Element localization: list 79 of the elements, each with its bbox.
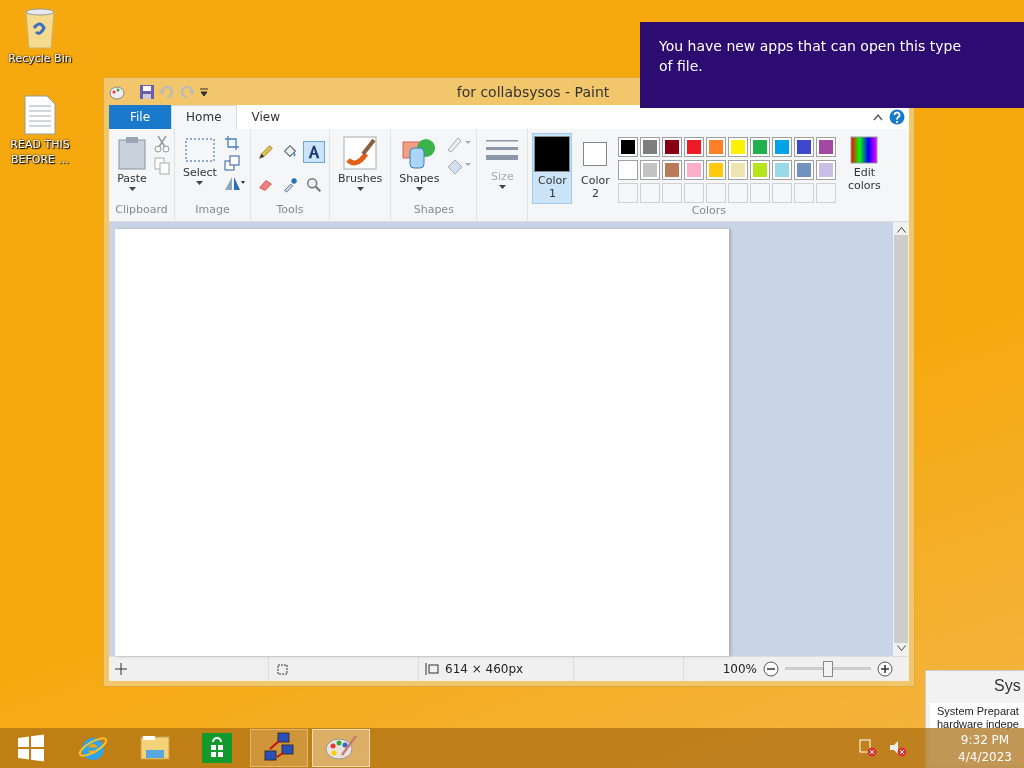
window-text: System Preparat [937, 705, 1019, 718]
scroll-down-icon[interactable] [896, 644, 906, 651]
crop-icon[interactable] [223, 134, 240, 151]
ribbon-tab[interactable]: View [236, 105, 295, 129]
scissors-icon[interactable] [154, 134, 170, 153]
folder-icon [139, 733, 171, 763]
color-selector[interactable]: Color 2 [575, 132, 616, 205]
canvas-size-icon [425, 661, 439, 676]
text-tool-icon[interactable] [302, 140, 325, 163]
canvas-dimensions: 614 × 460px [445, 661, 524, 676]
caret-icon [196, 181, 204, 186]
brushes-button[interactable]: Brushes [333, 132, 387, 203]
copy-icon[interactable] [154, 156, 170, 175]
palette-color[interactable] [772, 136, 793, 157]
file-menu-tab[interactable]: File [109, 105, 172, 129]
ribbon-tab[interactable]: Home [171, 105, 237, 129]
palette-color[interactable] [618, 159, 639, 180]
palette-color[interactable] [684, 159, 705, 180]
palette-icon[interactable] [109, 83, 125, 100]
paste-button[interactable]: Paste [113, 132, 151, 203]
window-text: hardware indepe [937, 717, 1019, 731]
taskbar-button[interactable] [312, 729, 370, 767]
color-spectrum-icon [850, 135, 879, 164]
palette-color[interactable] [706, 136, 727, 157]
palette-color[interactable] [662, 136, 683, 157]
palette-color[interactable] [684, 136, 705, 157]
selection-size-icon [275, 661, 289, 676]
palette-icon [324, 733, 358, 763]
palette-color[interactable] [816, 136, 837, 157]
help-icon[interactable] [889, 108, 905, 125]
palette-color[interactable] [794, 159, 815, 180]
zoom-percentage: 100% [722, 661, 757, 676]
clipboard-icon [117, 135, 147, 170]
taskbar-button[interactable] [250, 729, 308, 767]
dropdown-icon[interactable] [199, 86, 209, 97]
group-label: Image [194, 202, 231, 218]
shapes-button[interactable]: Shapes [395, 132, 444, 203]
group-label: Shapes [412, 202, 455, 218]
select-button[interactable]: Select [179, 132, 221, 203]
resize-icon[interactable] [223, 154, 240, 171]
group-label: Tools [275, 202, 305, 218]
palette-color[interactable] [816, 159, 837, 180]
palette-color[interactable] [750, 136, 771, 157]
palette-color[interactable] [750, 159, 771, 180]
group-label: Clipboard [114, 202, 169, 218]
brush-icon [343, 135, 378, 170]
network-error-icon[interactable] [858, 738, 879, 758]
window-title: Sys [993, 677, 1022, 695]
recycle-bin-icon [22, 6, 58, 50]
caret-icon [128, 187, 136, 192]
notification-toast[interactable]: You have new apps that can open this type of file. [640, 22, 1024, 108]
palette-color[interactable] [662, 159, 683, 180]
caret-icon [415, 187, 423, 192]
selection-rectangle-icon [183, 135, 216, 164]
zoom-in-icon[interactable] [877, 660, 893, 677]
group-label: Colors [690, 204, 728, 220]
palette-color[interactable] [794, 136, 815, 157]
palette-color[interactable] [772, 159, 793, 180]
vertical-scrollbar[interactable] [893, 221, 909, 656]
palette-color[interactable] [618, 136, 639, 157]
notification-text: You have new apps that can open this type of file. [659, 38, 961, 75]
save-icon[interactable] [139, 83, 155, 100]
palette-color[interactable] [728, 136, 749, 157]
palette-color[interactable] [640, 159, 661, 180]
scroll-up-icon[interactable] [896, 226, 906, 233]
palette-color[interactable] [728, 159, 749, 180]
windows-logo-icon [17, 734, 45, 762]
color-selector[interactable]: Color 1 [532, 132, 573, 205]
edit-colors-button[interactable]: Edit colors [843, 132, 886, 205]
text-document-icon [23, 94, 57, 137]
store-bag-icon [202, 733, 232, 763]
cursor-position-icon [115, 662, 127, 675]
zoom-out-icon[interactable] [763, 660, 779, 677]
palette-color[interactable] [640, 136, 661, 157]
caret-icon [498, 185, 506, 190]
window-title: for collabsysos - Paint [456, 83, 610, 100]
caret-icon [356, 187, 364, 192]
collapse-ribbon-icon[interactable] [873, 112, 883, 121]
palette-color[interactable] [706, 159, 727, 180]
